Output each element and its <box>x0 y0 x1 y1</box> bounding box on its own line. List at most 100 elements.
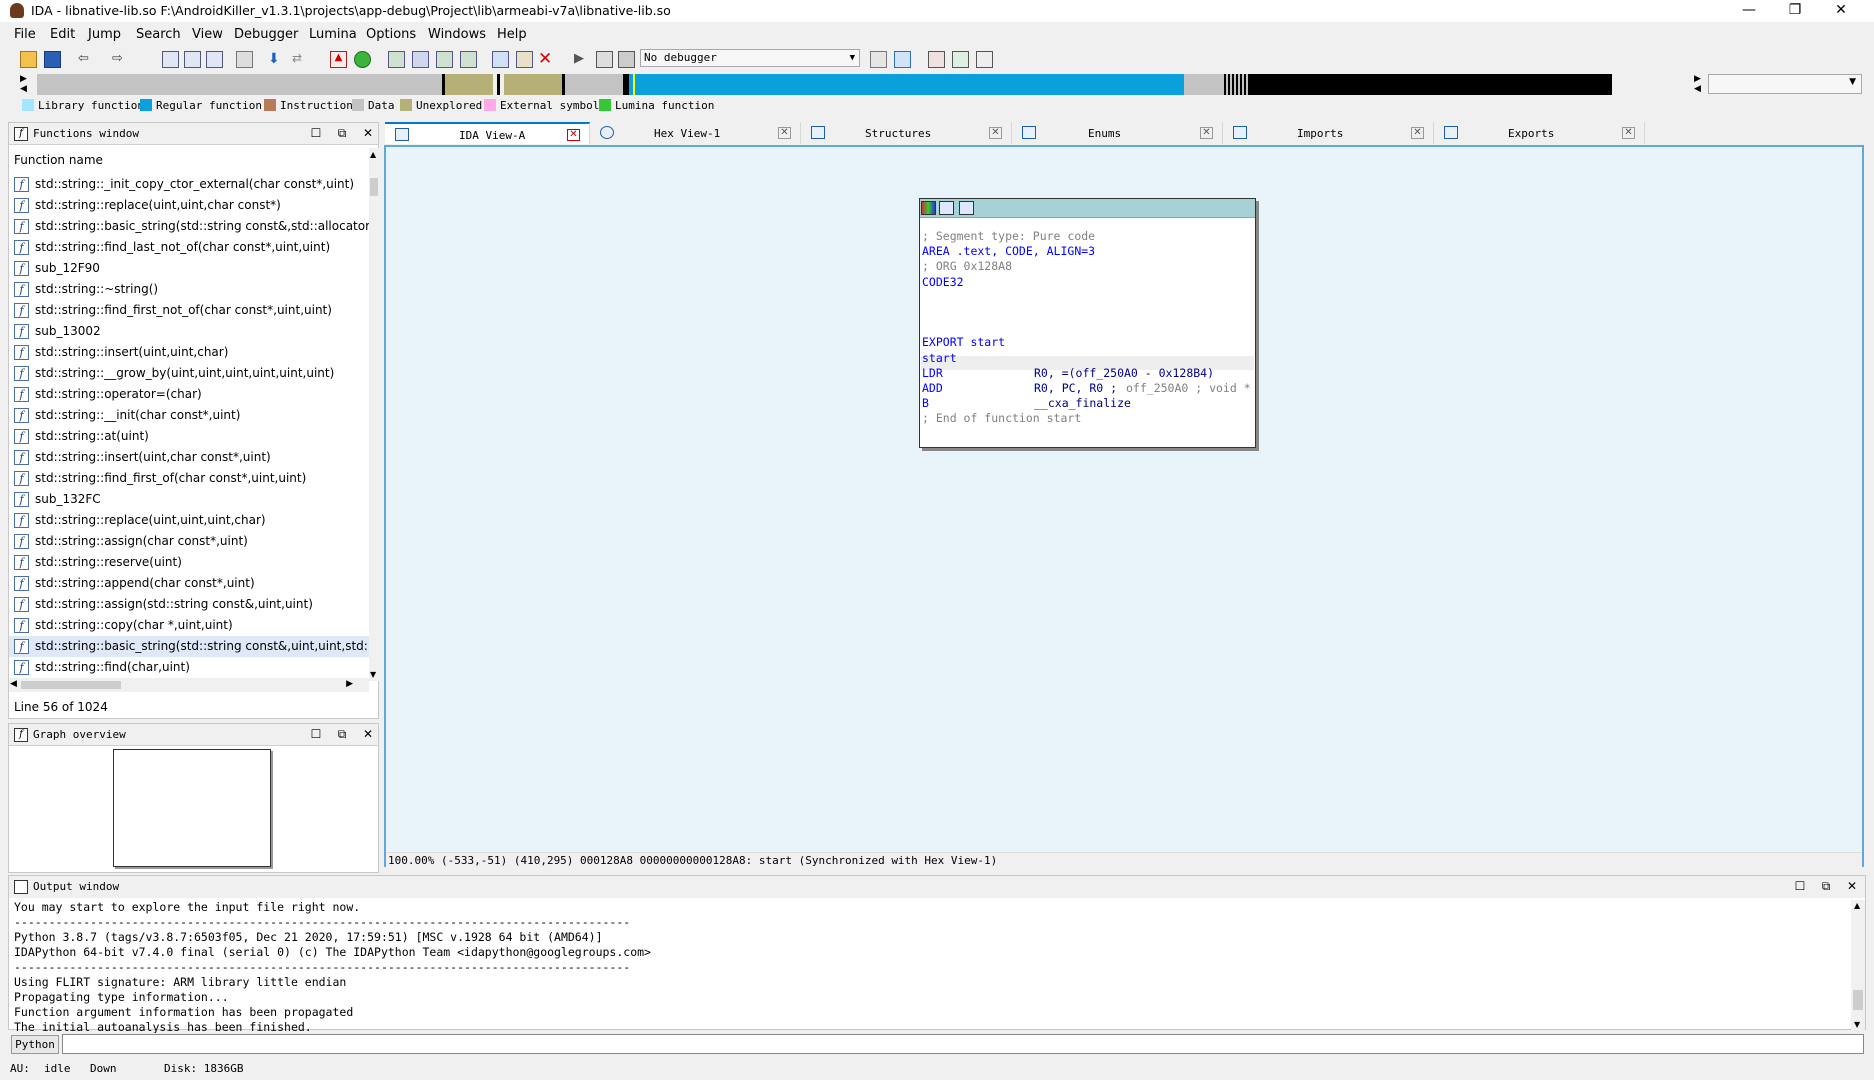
add-breakpoint-icon[interactable] <box>952 51 969 68</box>
close-icon[interactable]: ✕ <box>989 127 1002 139</box>
tab-enums[interactable]: Enums ✕ <box>1012 122 1223 144</box>
graph-overview-preview[interactable] <box>113 749 271 867</box>
vertical-scrollbar[interactable]: ▲ ▼ <box>1851 900 1865 1030</box>
column-header-function-name[interactable]: Function name <box>14 153 103 167</box>
function-list-item[interactable]: f std::string::__init(char const*,uint) <box>9 405 369 426</box>
scroll-up-icon[interactable]: ▲ <box>1854 901 1860 910</box>
scrollbar-thumb[interactable] <box>21 681 121 689</box>
graph-node-start[interactable]: ; Segment type: Pure code AREA .text, COD… <box>919 198 1256 448</box>
tab-imports[interactable]: Imports ✕ <box>1223 122 1434 144</box>
function-list-item[interactable]: f std::string::find_first_not_of(char con… <box>9 300 369 321</box>
tab-hex-view-1[interactable]: Hex View-1 ✕ <box>590 122 801 144</box>
edit-icon[interactable] <box>939 201 954 215</box>
function-list-item[interactable]: f std::string::find_first_of(char const*,… <box>9 468 369 489</box>
patch-icon[interactable] <box>516 51 533 68</box>
float-icon[interactable]: ⧉ <box>1819 879 1833 893</box>
remove-breakpoint-icon[interactable] <box>976 51 993 68</box>
start-debug-icon[interactable]: ▶ <box>574 51 591 68</box>
asm-mnemonic[interactable]: B <box>922 396 929 410</box>
asm-directive-line[interactable]: CODE32 <box>922 275 964 289</box>
menu-edit[interactable]: Edit <box>50 27 75 42</box>
function-list-item[interactable]: f std::string::operator=(char) <box>9 384 369 405</box>
nav-band-right-arrows[interactable]: ▶ ◀ <box>1694 74 1701 94</box>
toggle-icon[interactable]: ⇄ <box>292 51 309 68</box>
stop-debug-icon[interactable] <box>618 51 635 68</box>
restore-button[interactable]: ❐ <box>1772 0 1818 22</box>
menu-lumina[interactable]: Lumina <box>309 27 357 42</box>
close-icon[interactable]: ✕ <box>1622 127 1635 139</box>
debugger-options-icon[interactable] <box>870 51 887 68</box>
function-list-item[interactable]: f std::string::at(uint) <box>9 426 369 447</box>
asm-mnemonic[interactable]: ADD <box>922 381 943 395</box>
function-list-item[interactable]: f std::string::__grow_by(uint,uint,uint,u… <box>9 363 369 384</box>
function-list-item[interactable]: f std::string::assign(char const*,uint) <box>9 531 369 552</box>
asm-directive-line[interactable]: EXPORT start <box>922 335 1005 349</box>
search-immediate-icon[interactable] <box>206 51 223 68</box>
graph-view-icon[interactable]: ▲ <box>330 51 347 68</box>
menu-file[interactable]: File <box>14 27 36 42</box>
function-list-item[interactable]: f std::string::assign(std::string const&,… <box>9 594 369 615</box>
delete-icon[interactable]: ✕ <box>538 51 555 68</box>
tab-structures[interactable]: Structures ✕ <box>801 122 1012 144</box>
forward-arrow-icon[interactable]: ⇨ <box>112 51 129 68</box>
close-icon[interactable]: ✕ <box>1845 879 1859 893</box>
asm-directive-line[interactable]: AREA .text, CODE, ALIGN=3 <box>922 244 1095 258</box>
open-file-icon[interactable] <box>20 51 37 68</box>
color-icon[interactable] <box>921 201 936 215</box>
plugin-icon[interactable] <box>492 51 509 68</box>
menu-windows[interactable]: Windows <box>428 27 486 42</box>
function-list-item[interactable]: f std::string::copy(char *,uint,uint) <box>9 615 369 636</box>
scrollbar-thumb[interactable] <box>1853 990 1863 1010</box>
search-binary-icon[interactable] <box>162 51 179 68</box>
scroll-down-icon[interactable]: ▼ <box>1854 1020 1860 1029</box>
float-icon[interactable]: ⧉ <box>335 727 349 741</box>
close-icon[interactable]: ✕ <box>361 727 375 741</box>
function-list-item[interactable]: f sub_13002 <box>9 321 369 342</box>
close-icon[interactable]: ✕ <box>361 126 375 140</box>
scroll-up-icon[interactable]: ▲ <box>370 150 376 159</box>
menu-help[interactable]: Help <box>497 27 527 42</box>
close-icon[interactable]: ✕ <box>1200 127 1213 139</box>
asm-comment-line[interactable]: ; Segment type: Pure code <box>922 229 1095 243</box>
scrollbar-thumb[interactable] <box>370 178 378 196</box>
search-text-icon[interactable] <box>184 51 201 68</box>
menu-view[interactable]: View <box>192 27 223 42</box>
group-icon[interactable] <box>959 201 974 215</box>
menu-options[interactable]: Options <box>366 27 416 42</box>
function-list-item[interactable]: f std::string::replace(uint,uint,uint,cha… <box>9 510 369 531</box>
function-list-item[interactable]: f sub_132FC <box>9 489 369 510</box>
python-language-button[interactable]: Python <box>11 1035 59 1054</box>
function-list-item[interactable]: f std::string::replace(uint,uint,char con… <box>9 195 369 216</box>
tab-exports[interactable]: Exports ✕ <box>1434 122 1645 144</box>
print-icon[interactable] <box>236 51 253 68</box>
maximize-icon[interactable]: ☐ <box>309 126 323 140</box>
sync-icon[interactable] <box>894 51 911 68</box>
back-arrow-icon[interactable]: ⇦ <box>78 51 95 68</box>
function-list-item[interactable]: f std::string::~string() <box>9 279 369 300</box>
minimize-button[interactable]: — <box>1726 0 1772 22</box>
create-function-icon[interactable] <box>388 51 405 68</box>
run-analysis-icon[interactable] <box>354 51 371 68</box>
close-icon[interactable]: ✕ <box>567 129 580 141</box>
scroll-down-icon[interactable]: ▼ <box>370 670 376 679</box>
asm-directive-line[interactable]: start <box>922 351 957 365</box>
save-icon[interactable] <box>44 51 61 68</box>
function-list-item[interactable]: f std::string::insert(uint,uint,char) <box>9 342 369 363</box>
function-list-item[interactable]: f std::string::basic_string(std::string c… <box>9 216 369 237</box>
maximize-icon[interactable]: ☐ <box>309 727 323 741</box>
scroll-right-icon[interactable]: ▶ <box>346 679 353 689</box>
maximize-icon[interactable]: ☐ <box>1793 879 1807 893</box>
function-list-item[interactable]: f std::string::insert(uint,char const*,ui… <box>9 447 369 468</box>
pause-debug-icon[interactable] <box>596 51 613 68</box>
create-struct-icon[interactable] <box>412 51 429 68</box>
python-command-input[interactable] <box>62 1034 1864 1054</box>
debugger-select[interactable]: No debugger ▼ <box>640 49 860 67</box>
function-list-item[interactable]: f sub_12F90 <box>9 258 369 279</box>
asm-operands[interactable]: R0, PC, R0 ; <box>1034 381 1117 395</box>
vertical-scrollbar[interactable]: ▲ ▼ <box>369 148 379 681</box>
asm-operands[interactable]: R0, =(off_250A0 - 0x128B4) <box>1034 366 1214 380</box>
close-icon[interactable]: ✕ <box>1411 127 1424 139</box>
add-dropdown-icon[interactable] <box>460 51 477 68</box>
menu-debugger[interactable]: Debugger <box>234 27 298 42</box>
breakpoints-icon[interactable] <box>928 51 945 68</box>
